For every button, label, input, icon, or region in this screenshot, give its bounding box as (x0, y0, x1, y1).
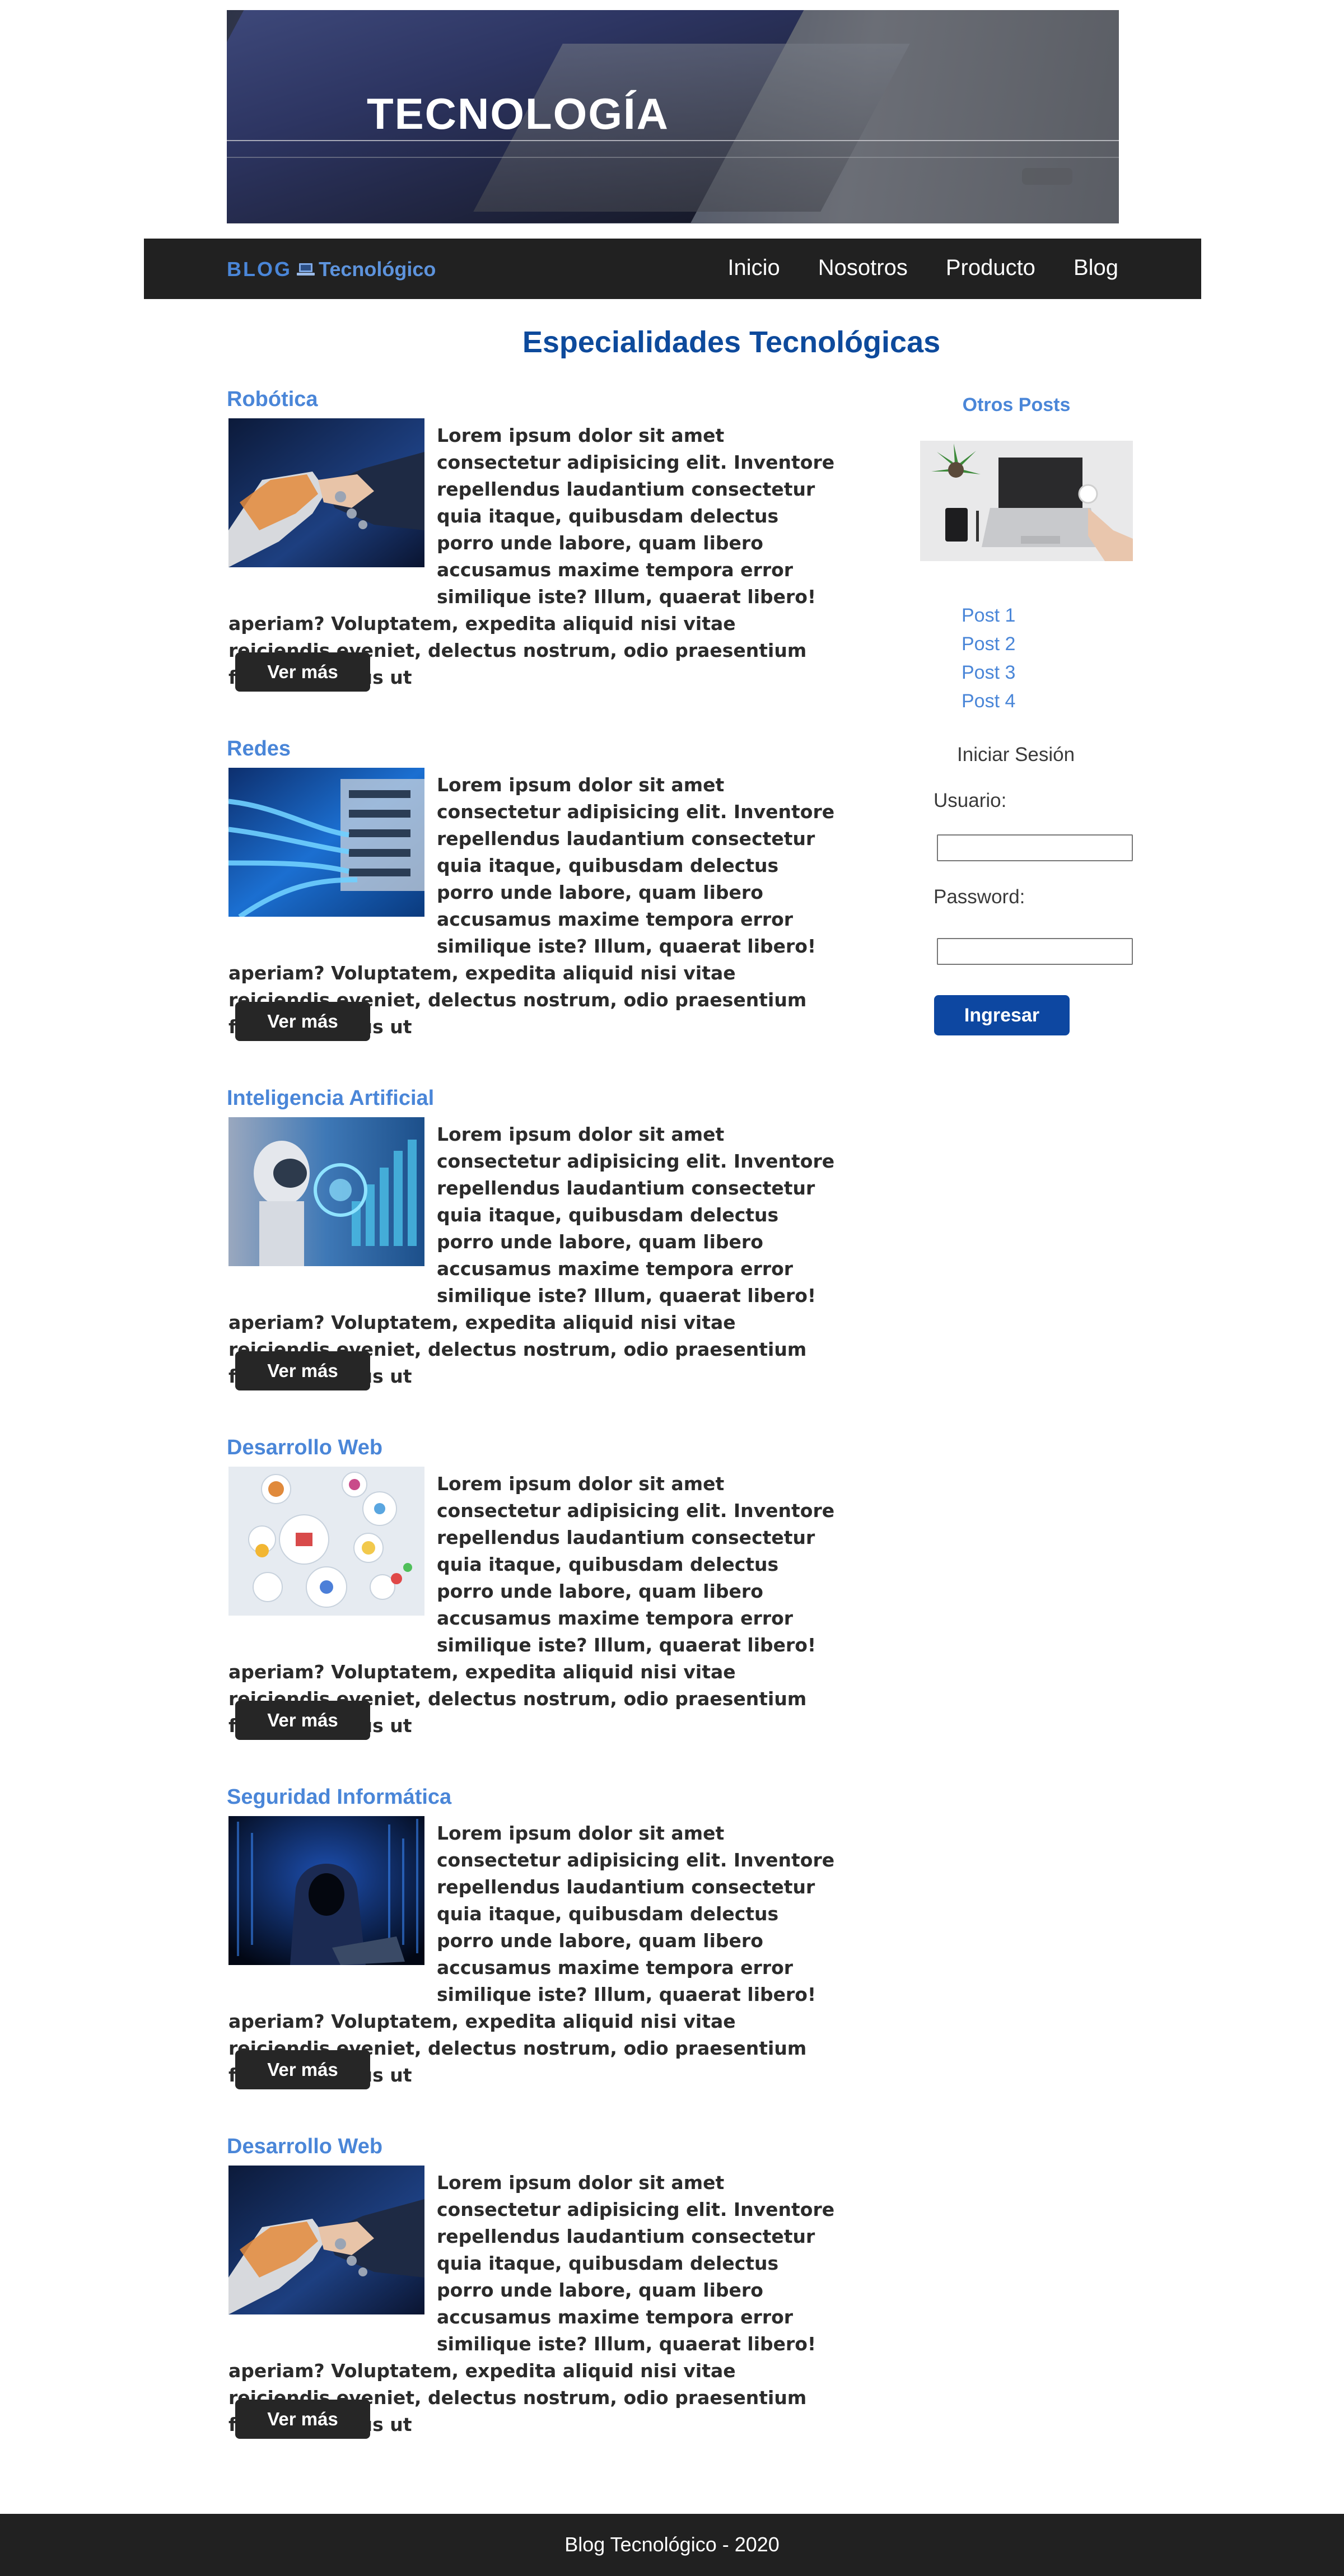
article-card: Robótica Lorem ipsum dolor sit amet cons… (227, 388, 843, 735)
ver-mas-button[interactable]: Ver más (235, 1351, 370, 1390)
banner-line (227, 157, 1119, 158)
article-card: Desarrollo Web Lorem ipsum dolor sit ame… (227, 1436, 843, 1783)
ver-mas-button[interactable]: Ver más (235, 2050, 370, 2089)
nav-links: Inicio Nosotros Producto Blog (727, 255, 1118, 281)
article-card: Desarrollo Web Lorem ipsum dolor sit ame… (227, 2135, 843, 2482)
nav-link-inicio[interactable]: Inicio (727, 255, 780, 281)
banner-line (227, 140, 1119, 141)
ver-mas-button[interactable]: Ver más (235, 1701, 370, 1740)
article-title: Redes (227, 737, 291, 760)
hero-banner: TECNOLOGÍA (227, 10, 1119, 223)
ver-mas-button[interactable]: Ver más (235, 1002, 370, 1041)
post-list: Post 1 Post 2 Post 3 Post 4 (962, 605, 1015, 719)
post-link-1[interactable]: Post 1 (962, 605, 1015, 626)
article-title: Inteligencia Artificial (227, 1086, 435, 1110)
ingresar-button[interactable]: Ingresar (934, 995, 1070, 1035)
ver-mas-button[interactable]: Ver más (235, 652, 370, 692)
user-input[interactable] (937, 834, 1133, 861)
navbar: BLOG Tecnológico Inicio Nosotros Producto… (144, 239, 1201, 299)
article-title: Seguridad Informática (227, 1785, 452, 1809)
list-item: Post 4 (962, 690, 1015, 719)
banner-title: TECNOLOGÍA (367, 89, 669, 138)
list-item: Post 3 (962, 662, 1015, 690)
banner-bolt-shape (1022, 168, 1072, 185)
article-title: Robótica (227, 388, 318, 411)
list-item: Post 1 (962, 605, 1015, 633)
article-card: Inteligencia Artificial Lorem ipsum dolo… (227, 1086, 843, 1434)
article-text: Lorem ipsum dolor sit amet consectetur a… (228, 1473, 835, 1737)
article-text: Lorem ipsum dolor sit amet consectetur a… (228, 424, 835, 688)
password-input[interactable] (937, 938, 1133, 965)
login-title: Iniciar Sesión (957, 744, 1075, 766)
article-title: Desarrollo Web (227, 2135, 383, 2158)
article-text: Lorem ipsum dolor sit amet consectetur a… (228, 2172, 835, 2435)
article-title: Desarrollo Web (227, 1436, 383, 1459)
page-title: Especialidades Tecnológicas (522, 325, 941, 359)
sidebar-image-laptop-desk (920, 441, 1133, 561)
password-label: Password: (934, 886, 1025, 908)
post-link-2[interactable]: Post 2 (962, 633, 1015, 655)
brand-logo[interactable]: BLOG Tecnológico (227, 258, 436, 282)
footer: Blog Tecnológico - 2020 (0, 2514, 1344, 2576)
article-text: Lorem ipsum dolor sit amet consectetur a… (228, 774, 835, 1038)
article-card: Redes Lorem ipsum dolor sit amet consect… (227, 737, 843, 1084)
brand-text-tecnologico: Tecnológico (319, 258, 436, 281)
brand-text-blog: BLOG (227, 258, 292, 281)
nav-link-producto[interactable]: Producto (946, 255, 1035, 281)
article-text: Lorem ipsum dolor sit amet consectetur a… (228, 1123, 835, 1387)
list-item: Post 2 (962, 633, 1015, 662)
nav-link-nosotros[interactable]: Nosotros (818, 255, 908, 281)
article-card: Seguridad Informática Lorem ipsum dolor … (227, 1785, 843, 2132)
article-text: Lorem ipsum dolor sit amet consectetur a… (228, 1822, 835, 2086)
footer-text: Blog Tecnológico - 2020 (564, 2533, 780, 2556)
laptop-icon (296, 259, 315, 282)
post-link-3[interactable]: Post 3 (962, 662, 1015, 683)
ver-mas-button[interactable]: Ver más (235, 2400, 370, 2439)
user-label: Usuario: (934, 790, 1007, 811)
post-link-4[interactable]: Post 4 (962, 690, 1015, 712)
nav-link-blog[interactable]: Blog (1074, 255, 1118, 281)
sidebar-title: Otros Posts (962, 394, 1071, 416)
